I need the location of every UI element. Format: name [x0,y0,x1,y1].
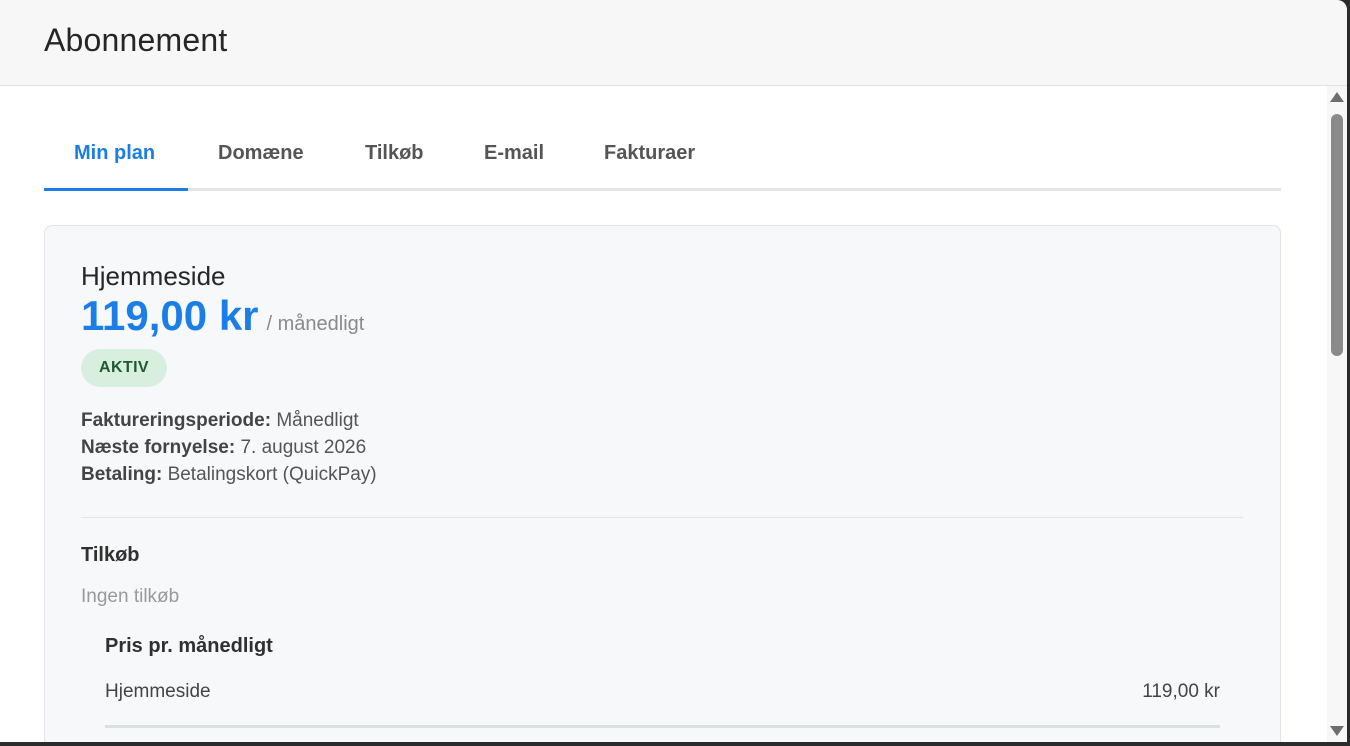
content-area: Min plan Domæne Tilkøb E-mail Fakturaer … [0,86,1327,742]
price-row: 119,00 kr / månedligt [81,292,364,340]
plan-period: / månedligt [266,313,365,335]
scrollbar-thumb[interactable] [1331,114,1343,356]
billing-period-row: Faktureringsperiode: Månedligt [81,407,377,434]
scroll-up-arrow-icon[interactable] [1330,92,1344,102]
payment-label: Betaling: [81,464,163,485]
scroll-down-arrow-icon[interactable] [1330,726,1344,736]
payment-value: Betalingskort (QuickPay) [167,464,377,485]
active-tab-indicator [44,188,188,191]
tab-bar: Min plan Domæne Tilkøb E-mail Fakturaer [44,86,1281,191]
vertical-scrollbar[interactable] [1327,86,1347,742]
tab-domaene[interactable]: Domæne [218,142,304,165]
plan-name: Hjemmeside [81,261,226,291]
next-renewal-row: Næste fornyelse: 7. august 2026 [81,434,377,461]
next-renewal-value: 7. august 2026 [240,437,367,458]
pricing-heading: Pris pr. månedligt [105,635,273,657]
price-line-separator [105,725,1220,728]
plan-card: Hjemmeside 119,00 kr / månedligt AKTIV Fa… [44,225,1281,742]
price-line-label: Hjemmeside [105,681,211,702]
subscription-window: Abonnement Min plan Domæne Tilkøb E-mail… [0,0,1347,742]
section-divider [81,517,1243,518]
billing-period-value: Månedligt [276,410,359,431]
page-title: Abonnement [44,22,228,58]
status-badge: AKTIV [81,349,167,387]
page-header: Abonnement [0,0,1347,86]
tab-fakturaer[interactable]: Fakturaer [604,142,695,165]
tab-min-plan[interactable]: Min plan [74,142,155,165]
addons-heading: Tilkøb [81,544,140,566]
payment-row: Betaling: Betalingskort (QuickPay) [81,461,377,488]
price-line-amount: 119,00 kr [1142,681,1220,702]
billing-period-label: Faktureringsperiode: [81,410,272,431]
tab-email[interactable]: E-mail [484,142,544,165]
tab-tilkoeb[interactable]: Tilkøb [365,142,424,165]
plan-details: Faktureringsperiode: Månedligt Næste for… [81,407,377,488]
next-renewal-label: Næste fornyelse: [81,437,236,458]
addons-empty-text: Ingen tilkøb [81,586,180,607]
price-line-row: Hjemmeside 119,00 kr [105,681,1220,703]
plan-price: 119,00 kr [81,292,259,339]
